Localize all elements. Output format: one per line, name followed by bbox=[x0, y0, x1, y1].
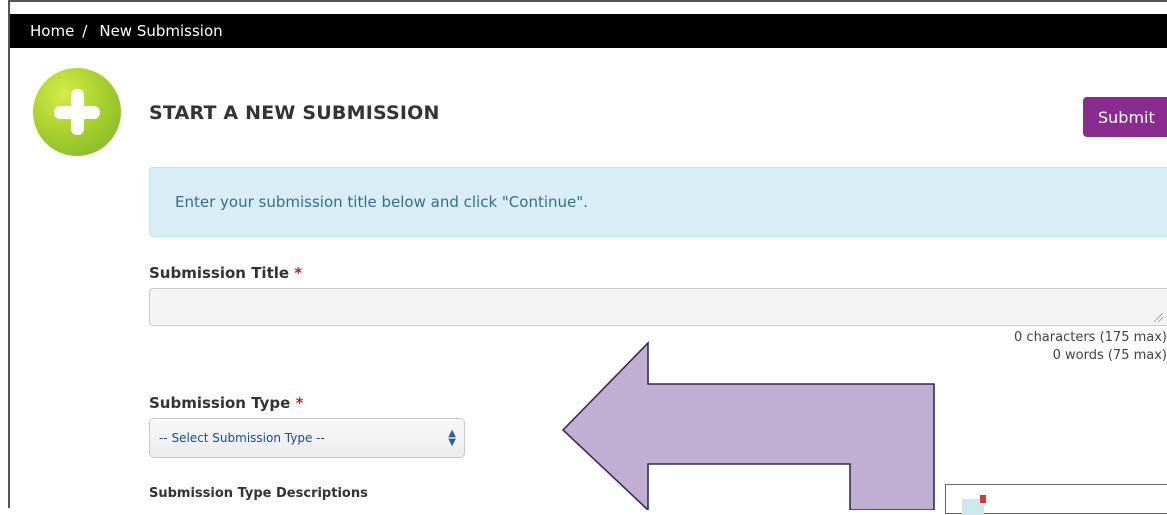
plus-vertical-bar bbox=[71, 89, 84, 135]
info-message: Enter your submission title below and cl… bbox=[175, 193, 588, 211]
breadcrumb-home[interactable]: Home bbox=[30, 14, 74, 48]
annotation-arrow-icon bbox=[561, 341, 935, 510]
required-marker: * bbox=[294, 264, 303, 282]
word-counter: 0 words (75 max) bbox=[1052, 348, 1167, 363]
plus-circle-icon bbox=[33, 68, 121, 156]
required-marker: * bbox=[295, 394, 304, 412]
breadcrumb-separator: / bbox=[82, 22, 88, 40]
submission-type-selected: -- Select Submission Type -- bbox=[159, 431, 325, 445]
thumbnail-card bbox=[945, 484, 1167, 515]
updown-arrows-icon: ▲ ▼ bbox=[448, 428, 456, 448]
submission-type-descriptions: Submission Type Descriptions bbox=[149, 486, 368, 501]
submission-type-label: Submission Type * bbox=[149, 394, 303, 412]
breadcrumb: Home / New Submission bbox=[10, 14, 1167, 48]
submit-button[interactable]: Submit bbox=[1083, 97, 1167, 137]
info-alert: Enter your submission title below and cl… bbox=[149, 167, 1167, 237]
char-counter: 0 characters (175 max) bbox=[1014, 330, 1167, 345]
arrow-shape bbox=[561, 341, 935, 510]
thumbnail-marker bbox=[980, 495, 986, 503]
submission-title-input[interactable] bbox=[149, 288, 1167, 326]
submission-type-label-text: Submission Type bbox=[149, 394, 291, 412]
breadcrumb-current: New Submission bbox=[99, 22, 223, 40]
submission-title-label: Submission Title * bbox=[149, 264, 302, 282]
submission-title-label-text: Submission Title bbox=[149, 264, 290, 282]
submission-type-select[interactable]: -- Select Submission Type -- ▲ ▼ bbox=[149, 418, 465, 458]
resize-grip-icon[interactable] bbox=[1154, 313, 1163, 322]
page-title: START A NEW SUBMISSION bbox=[149, 102, 440, 124]
